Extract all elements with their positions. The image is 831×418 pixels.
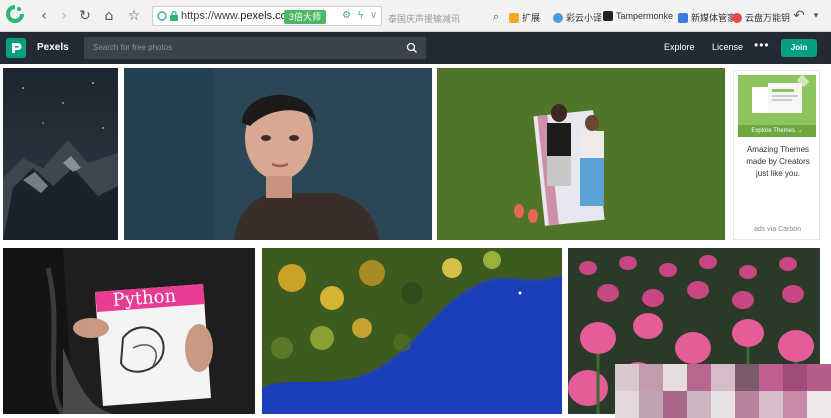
bookmark-caiyun[interactable]: 彩云小译	[553, 11, 602, 24]
photo-mountain-night[interactable]	[3, 68, 118, 240]
bookmark-label: 扩展	[522, 13, 541, 23]
site-info-icon[interactable]	[157, 11, 167, 21]
yunpan-icon	[732, 12, 742, 23]
caiyun-icon	[553, 12, 563, 23]
woman-portrait-image	[124, 68, 432, 240]
speed-badge[interactable]: 3倍大师	[284, 10, 327, 24]
tampermonkey-icon	[603, 11, 613, 21]
pixelated-watermark	[615, 364, 831, 418]
url-tools: ⚙ ϟ ∨	[342, 10, 377, 21]
extensions-icon	[509, 12, 519, 23]
more-menu-icon[interactable]: •••	[754, 38, 770, 52]
xinmeiti-icon	[678, 12, 688, 23]
extension-gear-icon[interactable]: ⚙	[342, 10, 351, 21]
bookmark-yunpan[interactable]: 云盘万能钥	[732, 11, 790, 24]
browser-search-hint[interactable]: 泰国庆声援输减讯	[388, 12, 460, 25]
reload-icon[interactable]: ↻	[77, 8, 93, 24]
menu-chevron-icon[interactable]: ▾	[808, 8, 824, 24]
bookmark-tampermonkey[interactable]: Tampermonke	[603, 11, 673, 21]
browser-logo-icon[interactable]	[4, 3, 26, 25]
bookmark-label: 彩云小译	[566, 13, 603, 23]
browser-toolbar: ‹ › ↻ ⌂ ☆ https://www.pexels.co 3倍大师 ⚙ ϟ…	[0, 0, 831, 32]
site-header: Pexels Search for free photos Explore Li…	[0, 32, 831, 64]
pexels-logo[interactable]	[6, 38, 26, 58]
ad-theme-preview-image	[738, 74, 816, 125]
photo-lake-forest[interactable]	[262, 248, 562, 414]
search-placeholder: Search for free photos	[93, 43, 173, 52]
lightning-icon[interactable]: ϟ	[358, 10, 363, 21]
browser-search-icon[interactable]: ⌕	[488, 9, 504, 25]
url-scheme: https://www.	[181, 10, 241, 22]
photo-woman-portrait[interactable]	[124, 68, 432, 240]
lock-icon	[170, 10, 178, 21]
nav-license[interactable]: License	[712, 42, 743, 52]
search-icon[interactable]	[406, 42, 418, 54]
join-button[interactable]: Join	[781, 39, 817, 57]
ad-text[interactable]: Amazing Themes made by Creators just lik…	[740, 144, 816, 180]
dropdown-chevron-icon[interactable]: ∨	[370, 10, 377, 21]
photo-couple-grass[interactable]	[437, 68, 725, 240]
bookmark-label: Tampermonke	[616, 11, 674, 21]
back-icon[interactable]: ‹	[36, 8, 52, 24]
bookmark-xinmeiti[interactable]: 新媒体管家	[678, 11, 736, 24]
lake-forest-image	[262, 248, 562, 414]
bookmark-label: 云盘万能钥	[745, 13, 791, 23]
photo-python-book[interactable]: Python	[3, 248, 255, 414]
ad-thumb-label: Explore Themes →	[738, 125, 816, 137]
url-text: https://www.pexels.co	[181, 10, 287, 22]
bookmark-extensions[interactable]: 扩展	[509, 11, 540, 24]
nav-explore[interactable]: Explore	[664, 42, 695, 52]
url-host: pexels.co	[240, 10, 287, 22]
home-icon[interactable]: ⌂	[101, 8, 117, 24]
brand-name[interactable]: Pexels	[37, 42, 69, 53]
couple-grass-image	[437, 68, 725, 240]
bookmark-label: 新媒体管家	[691, 13, 737, 23]
ad-credit[interactable]: ads via Carbon	[734, 226, 821, 233]
book-title: Python	[112, 286, 177, 311]
mountain-night-image	[3, 68, 118, 240]
undo-icon[interactable]: ↶	[791, 8, 807, 24]
ad-image[interactable]: Explore Themes →	[738, 74, 816, 137]
favorite-star-icon[interactable]: ☆	[126, 8, 142, 24]
carbon-ad[interactable]: Explore Themes → Amazing Themes made by …	[733, 70, 820, 240]
python-book-image: Python	[3, 248, 255, 414]
forward-icon[interactable]: ›	[56, 8, 72, 24]
pexels-logo-icon	[12, 43, 22, 53]
search-input[interactable]: Search for free photos	[84, 37, 426, 59]
